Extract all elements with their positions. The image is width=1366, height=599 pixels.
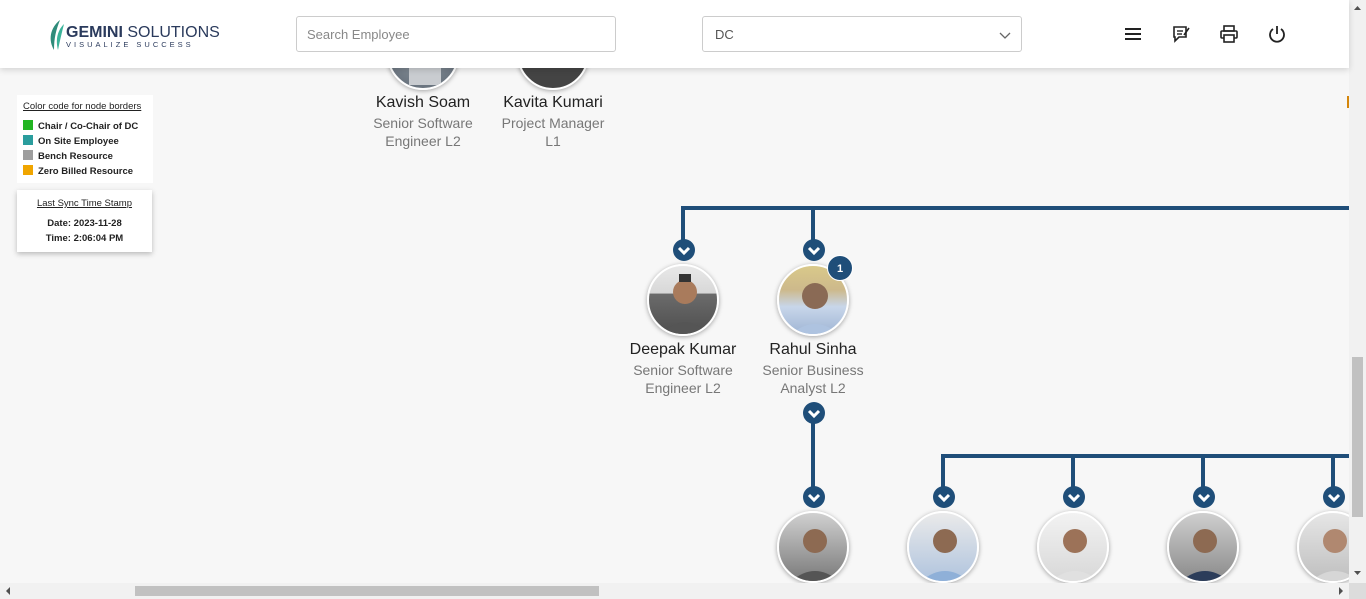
legend-item: On Site Employee (23, 135, 119, 147)
node-name[interactable]: Kavita Kumari (488, 94, 618, 112)
legend-swatch (23, 150, 33, 160)
avatar[interactable] (1167, 511, 1239, 583)
scroll-left-arrow-icon[interactable] (2, 583, 14, 599)
reportee-count-badge[interactable]: 1 (827, 255, 853, 281)
legend-item-label: Bench Resource (38, 151, 113, 162)
legend-item-label: On Site Employee (38, 136, 119, 147)
legend-item: Bench Resource (23, 150, 113, 162)
chevron-down-icon[interactable] (1192, 485, 1216, 509)
scroll-down-arrow-icon[interactable] (1349, 567, 1366, 579)
vertical-scroll-thumb[interactable] (1352, 357, 1363, 517)
legend-item-label: Zero Billed Resource (38, 166, 134, 177)
horizontal-scroll-thumb[interactable] (135, 586, 599, 596)
scrollbar-corner (1349, 583, 1366, 599)
node-title: Senior Business (762, 362, 864, 378)
scroll-right-arrow-icon[interactable] (1335, 583, 1347, 599)
scroll-up-arrow-icon[interactable] (1349, 2, 1366, 14)
logo-tagline: VISUALIZE SUCCESS (66, 40, 194, 49)
node-title: Engineer L2 (645, 380, 721, 396)
department-select-value: DC (715, 27, 734, 42)
legend-swatch (23, 135, 33, 145)
node-name[interactable]: Deepak Kumar (618, 341, 748, 359)
chevron-down-icon[interactable] (802, 485, 826, 509)
power-icon[interactable] (1267, 24, 1287, 44)
legend-item-label: Chair / Co-Chair of DC (38, 121, 139, 132)
chevron-down-icon[interactable] (672, 238, 696, 262)
node-title: Engineer L2 (385, 133, 461, 149)
legend-title: Color code for node borders (23, 101, 142, 112)
avatar[interactable] (647, 264, 719, 336)
sync-time: Time: 2:06:04 PM (45, 233, 124, 244)
color-legend: Color code for node borders Chair / Co-C… (17, 95, 153, 183)
node-title: Project Manager (501, 115, 605, 131)
sync-title: Last Sync Time Stamp (36, 198, 133, 209)
feedback-icon[interactable] (1171, 24, 1191, 44)
avatar[interactable] (907, 511, 979, 583)
node-title: Senior Software (633, 362, 733, 378)
legend-swatch (23, 165, 33, 175)
chevron-down-icon[interactable] (1062, 485, 1086, 509)
avatar[interactable] (1037, 511, 1109, 583)
sync-timestamp-card: Last Sync Time Stamp Date: 2023-11-28 Ti… (17, 190, 152, 252)
print-icon[interactable] (1219, 24, 1239, 44)
chevron-down-icon[interactable] (1322, 485, 1346, 509)
legend-swatch (23, 120, 33, 130)
chevron-down-icon[interactable] (932, 485, 956, 509)
legend-item: Zero Billed Resource (23, 165, 133, 177)
menu-icon[interactable] (1123, 24, 1143, 44)
leaf-logo-icon (50, 20, 64, 50)
chevron-down-icon[interactable] (802, 401, 826, 425)
legend-item: Chair / Co-Chair of DC (23, 120, 138, 132)
node-name[interactable]: Rahul Sinha (748, 341, 878, 359)
department-select[interactable]: DC (702, 16, 1022, 52)
top-header: GEMINI SOLUTIONS VISUALIZE SUCCESS DC (0, 0, 1349, 68)
node-title: L1 (545, 133, 561, 149)
node-name[interactable]: Kavish Soam (358, 94, 488, 112)
sync-date: Date: 2023-11-28 (47, 218, 122, 229)
avatar[interactable] (777, 511, 849, 583)
node-title: Senior Software (373, 115, 473, 131)
company-logo[interactable]: GEMINI SOLUTIONS VISUALIZE SUCCESS (46, 16, 220, 52)
vertical-scrollbar[interactable] (1349, 0, 1366, 583)
horizontal-scrollbar[interactable] (0, 583, 1349, 599)
search-employee-input[interactable] (296, 16, 616, 52)
chevron-down-icon[interactable] (802, 238, 826, 262)
node-title: Analyst L2 (780, 380, 846, 396)
chevron-down-icon (999, 32, 1011, 39)
org-chart: Kavish Soam Senior Software Engineer L2 … (0, 0, 1349, 583)
